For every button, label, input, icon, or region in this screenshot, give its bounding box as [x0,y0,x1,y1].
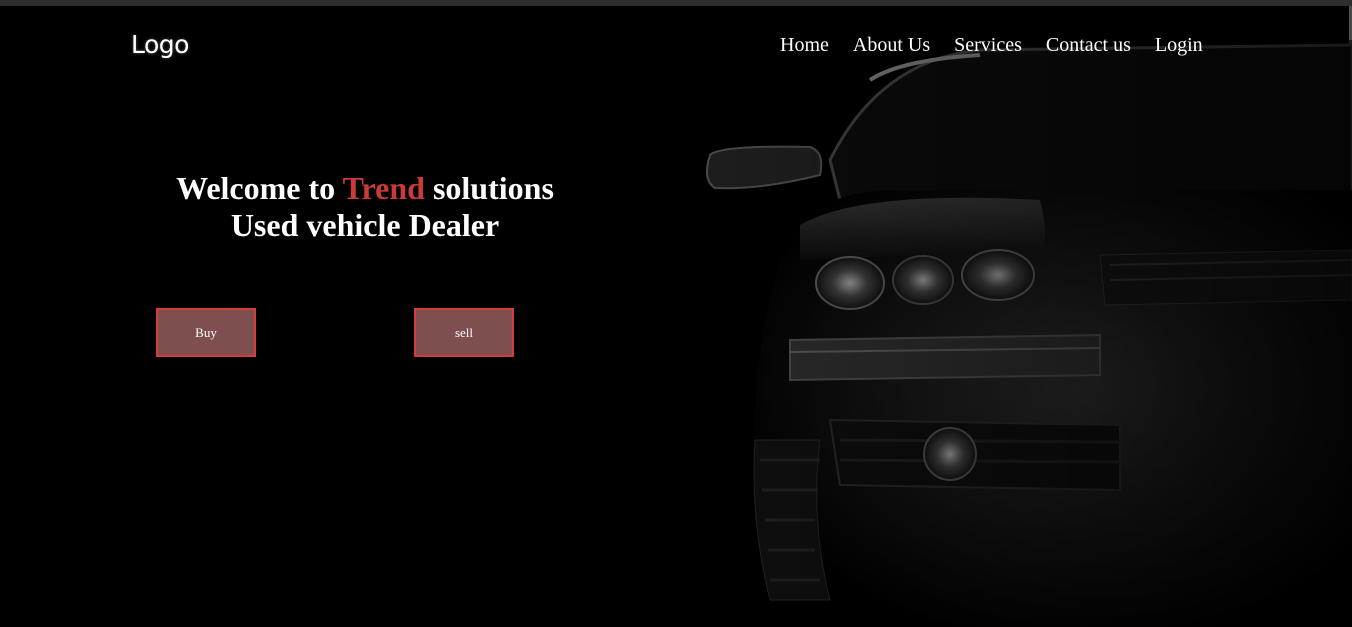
hero-title-accent: Trend [342,170,425,206]
buy-button[interactable]: Buy [156,308,256,357]
nav-contact-us-link[interactable]: Contact us [1046,34,1131,57]
car-image [680,40,1352,627]
hero-title-prefix: Welcome to [176,170,343,206]
hero-title-suffix: solutions [424,170,554,206]
main-nav: Home About Us Services Contact us Login [780,34,1227,57]
hero-title: Welcome to Trend solutions Used vehicle … [100,170,630,244]
logo[interactable]: Logo [131,30,189,59]
hero-subtitle: Used vehicle Dealer [230,207,500,243]
sell-button[interactable]: sell [414,308,514,357]
nav-login-link[interactable]: Login [1155,34,1203,57]
nav-services-link[interactable]: Services [954,34,1022,57]
window-top-bar [0,0,1352,6]
nav-about-us-link[interactable]: About Us [853,34,930,57]
nav-home-link[interactable]: Home [780,34,829,57]
